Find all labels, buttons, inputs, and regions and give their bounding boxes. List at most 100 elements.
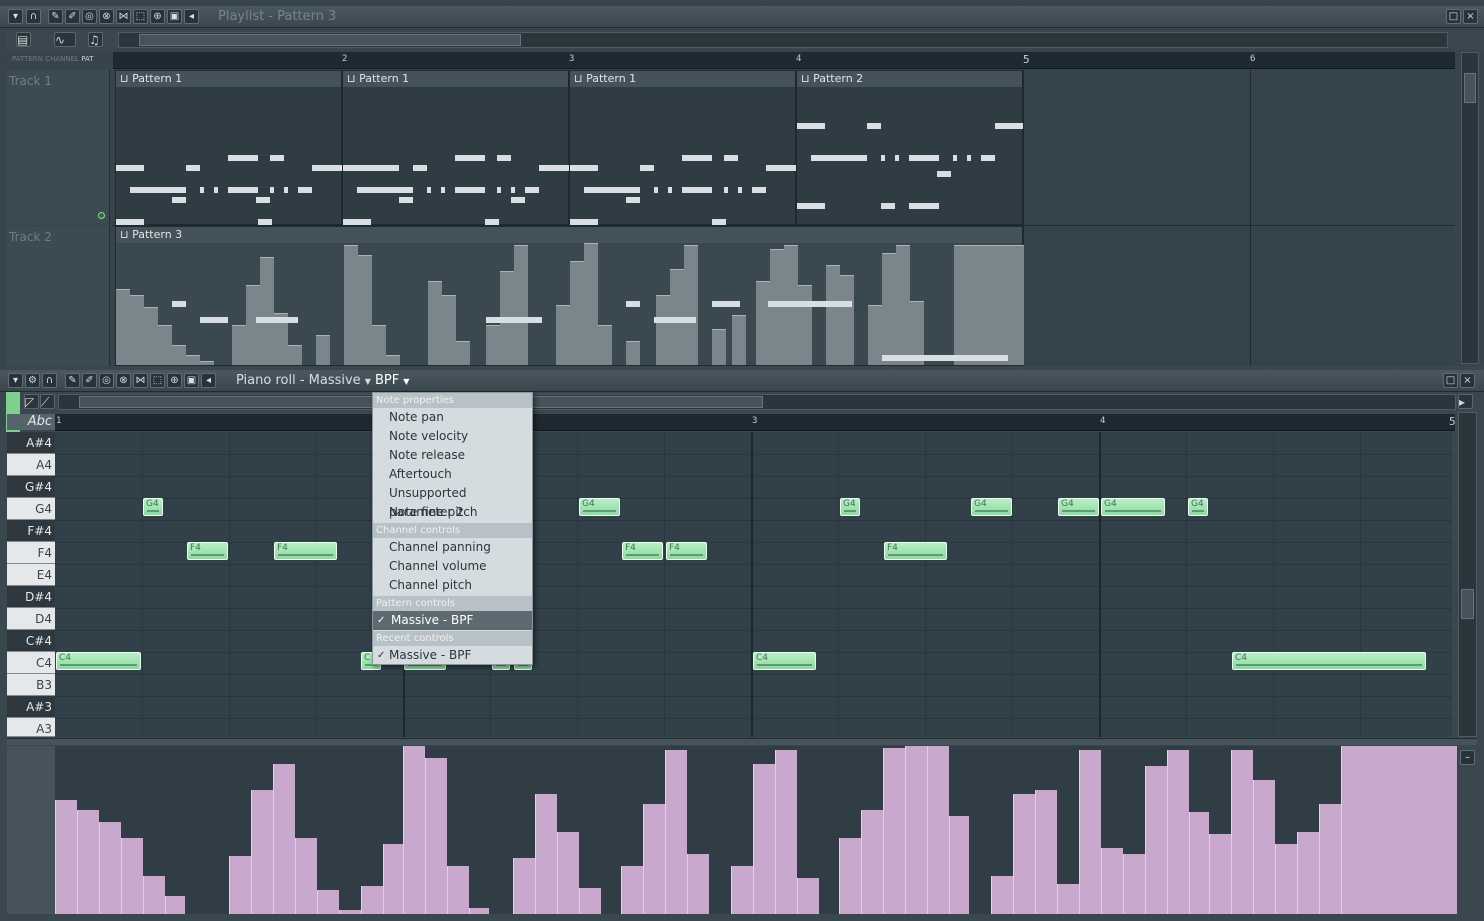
playlist-ruler[interactable]: 2 3 4 5 6	[113, 52, 1455, 69]
slice-tool-icon[interactable]: ⋈	[133, 373, 148, 388]
mute-tool-icon[interactable]: ⊗	[116, 373, 131, 388]
window-menu-button[interactable]: ▾	[8, 373, 23, 388]
paint-tool-icon[interactable]: ✐	[65, 9, 80, 24]
maximize-button[interactable]: □	[1446, 9, 1461, 24]
line-mini-icon[interactable]: ⟋	[40, 394, 55, 409]
note[interactable]: G4	[1188, 498, 1208, 516]
menu-item-note-velocity[interactable]: Note velocity	[373, 427, 532, 446]
piano-key[interactable]: D4	[7, 608, 55, 630]
playback-tool-icon[interactable]: ▣	[184, 373, 199, 388]
playlist-vscroll[interactable]	[1461, 52, 1479, 364]
note[interactable]: C4	[56, 652, 141, 670]
menu-item-unsupported-parameter[interactable]: Unsupported parameter 2	[373, 484, 532, 519]
paint-tool-icon[interactable]: ✐	[82, 373, 97, 388]
piano-key[interactable]: A3	[7, 718, 55, 737]
menu-item-channel-panning[interactable]: Channel panning	[373, 538, 532, 557]
maximize-button[interactable]: □	[1443, 373, 1458, 388]
menu-item-note-fine-pitch[interactable]: Note fine pitch	[373, 503, 532, 522]
pianoroll-title[interactable]: Piano roll - Massive ▼	[236, 373, 371, 388]
track-header-1[interactable]: Track 1	[6, 70, 110, 225]
draw-tool-icon[interactable]: ✎	[65, 373, 80, 388]
note[interactable]: F4	[187, 542, 228, 560]
zoom-tool-icon[interactable]: ⊕	[150, 9, 165, 24]
menu-item-note-release[interactable]: Note release	[373, 446, 532, 465]
draw-tool-icon[interactable]: ✎	[48, 9, 63, 24]
piano-key[interactable]: G4	[7, 498, 55, 520]
zoom-tool-icon[interactable]: ⊕	[167, 373, 182, 388]
menu-item-note-pan[interactable]: Note pan	[373, 408, 532, 427]
pianoroll-vscroll-thumb[interactable]	[1461, 589, 1474, 619]
menu-item-channel-volume[interactable]: Channel volume	[373, 557, 532, 576]
note[interactable]: C4	[1232, 652, 1426, 670]
note[interactable]: C4	[753, 652, 816, 670]
piano-key[interactable]: A#3	[7, 696, 55, 718]
scroll-right-icon[interactable]: ▸	[1458, 394, 1473, 409]
pencil-mini-icon[interactable]: ◸	[24, 394, 39, 409]
select-tool-icon[interactable]: ⬚	[150, 373, 165, 388]
note[interactable]: G4	[971, 498, 1012, 516]
pattern-clip[interactable]: ⊔ Pattern 1	[342, 70, 569, 225]
delete-tool-icon[interactable]: ◎	[82, 9, 97, 24]
note[interactable]: G4	[840, 498, 860, 516]
speaker-icon[interactable]: ◂	[184, 9, 199, 24]
pianoroll-titlebar[interactable]: ▾ ⚙ ∩ ✎ ✐ ◎ ⊗ ⋈ ⬚ ⊕ ▣ ◂ Piano roll - Mas…	[0, 370, 1484, 392]
event-editor[interactable]	[55, 746, 1457, 914]
piano-key[interactable]: A4	[7, 454, 55, 476]
event-splitter[interactable]	[7, 738, 1477, 745]
pattern-clip[interactable]: ⊔ Pattern 1	[115, 70, 342, 225]
note[interactable]: F4	[622, 542, 663, 560]
menu-item-pattern-massive-bpf[interactable]: ✓ Massive - BPF	[373, 611, 532, 630]
piano-key[interactable]: F4	[7, 542, 55, 564]
magnet-icon[interactable]: ∩	[26, 9, 41, 24]
checkmark-icon: ✓	[377, 650, 386, 661]
automation-clip[interactable]: ⊔ Pattern 3	[115, 226, 1024, 366]
note[interactable]: G4	[1101, 498, 1165, 516]
piano-key[interactable]: D#4	[7, 586, 55, 608]
wrench-icon[interactable]: ⚙	[25, 373, 40, 388]
audio-view-icon[interactable]: ♫	[88, 32, 103, 47]
slice-tool-icon[interactable]: ⋈	[116, 9, 131, 24]
pianoroll-hscroll[interactable]	[58, 394, 1456, 410]
menu-item-channel-pitch[interactable]: Channel pitch	[373, 576, 532, 595]
menu-item-recent-massive-bpf[interactable]: ✓ Massive - BPF	[373, 646, 532, 665]
note[interactable]: F4	[666, 542, 707, 560]
delete-tool-icon[interactable]: ◎	[99, 373, 114, 388]
note[interactable]: G4	[579, 498, 620, 516]
piano-key[interactable]: A#4	[7, 432, 55, 454]
note-label-toggle[interactable]: Abc	[7, 414, 55, 430]
note[interactable]: F4	[884, 542, 947, 560]
pattern-view-icon[interactable]: ▤	[16, 32, 31, 47]
menu-item-aftertouch[interactable]: Aftertouch	[373, 465, 532, 484]
piano-key[interactable]: C#4	[7, 630, 55, 652]
playback-tool-icon[interactable]: ▣	[167, 9, 182, 24]
playlist-hscroll-thumb[interactable]	[139, 34, 521, 46]
note[interactable]: F4	[274, 542, 337, 560]
pianoroll-vscroll[interactable]	[1458, 412, 1477, 737]
track-header-2[interactable]: Track 2	[6, 226, 110, 366]
piano-key[interactable]: G#4	[7, 476, 55, 498]
event-editor-collapse-button[interactable]: –	[1460, 750, 1475, 765]
mute-tool-icon[interactable]: ⊗	[99, 9, 114, 24]
speaker-icon[interactable]: ◂	[201, 373, 216, 388]
playlist-titlebar[interactable]: ▾ ∩ ✎ ✐ ◎ ⊗ ⋈ ⬚ ⊕ ▣ ◂ Playlist - Pattern…	[0, 6, 1484, 28]
pattern-clip[interactable]: ⊔ Pattern 1	[569, 70, 796, 225]
playlist-hscroll[interactable]	[118, 32, 1448, 48]
note[interactable]: G4	[143, 498, 163, 516]
window-menu-button[interactable]: ▾	[8, 9, 23, 24]
automation-view-icon[interactable]: ∿	[54, 32, 76, 47]
playlist-vscroll-thumb[interactable]	[1464, 73, 1476, 103]
pattern-clip[interactable]: ⊔ Pattern 2	[796, 70, 1023, 225]
close-button[interactable]: ×	[1460, 373, 1475, 388]
track-led-icon[interactable]	[98, 212, 105, 219]
magnet-icon[interactable]: ∩	[42, 373, 57, 388]
close-button[interactable]: ×	[1463, 9, 1478, 24]
note-grid[interactable]	[55, 432, 1452, 737]
piano-key[interactable]: C4	[7, 652, 55, 674]
note[interactable]: G4	[1058, 498, 1099, 516]
select-tool-icon[interactable]: ⬚	[133, 9, 148, 24]
piano-key[interactable]: E4	[7, 564, 55, 586]
target-control-dropdown[interactable]: BPF ▼	[375, 373, 409, 388]
pianoroll-ruler[interactable]: 1 3 4 5	[55, 414, 1456, 431]
piano-key[interactable]: B3	[7, 674, 55, 696]
piano-key[interactable]: F#4	[7, 520, 55, 542]
